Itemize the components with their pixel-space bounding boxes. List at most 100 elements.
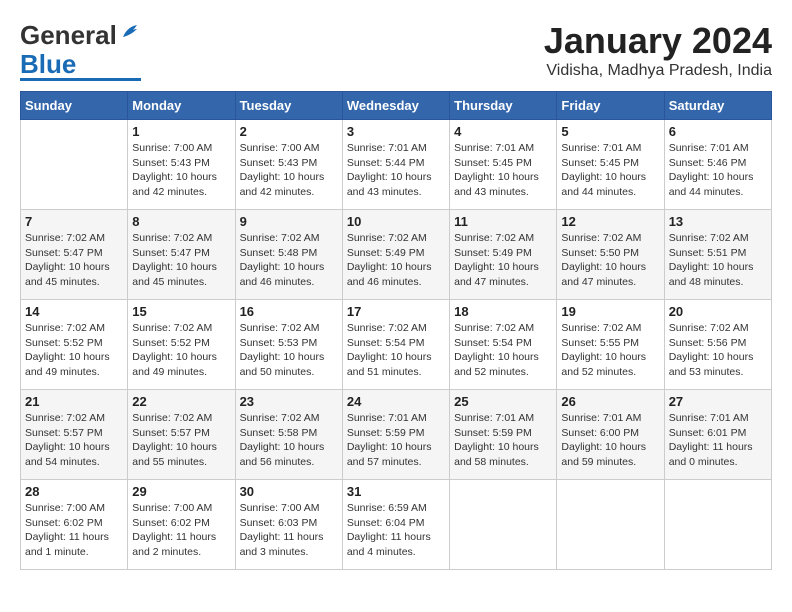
day-info: Sunrise: 7:01 AM Sunset: 5:46 PM Dayligh… bbox=[669, 141, 767, 200]
day-info: Sunrise: 7:01 AM Sunset: 6:00 PM Dayligh… bbox=[561, 411, 659, 470]
day-info: Sunrise: 7:01 AM Sunset: 5:59 PM Dayligh… bbox=[347, 411, 445, 470]
day-info: Sunrise: 7:02 AM Sunset: 5:57 PM Dayligh… bbox=[132, 411, 230, 470]
day-number: 5 bbox=[561, 124, 659, 139]
calendar-subtitle: Vidisha, Madhya Pradesh, India bbox=[544, 62, 772, 80]
calendar-cell: 27 Sunrise: 7:01 AM Sunset: 6:01 PM Dayli… bbox=[664, 390, 771, 480]
day-number: 11 bbox=[454, 214, 552, 229]
day-info: Sunrise: 7:02 AM Sunset: 5:54 PM Dayligh… bbox=[454, 321, 552, 380]
calendar-cell: 15Sunrise: 7:02 AM Sunset: 5:52 PM Dayli… bbox=[128, 300, 235, 390]
day-number: 21 bbox=[25, 394, 123, 409]
day-header-saturday: Saturday bbox=[664, 92, 771, 120]
calendar-cell: 18 Sunrise: 7:02 AM Sunset: 5:54 PM Dayli… bbox=[450, 300, 557, 390]
day-header-friday: Friday bbox=[557, 92, 664, 120]
day-info: Sunrise: 7:01 AM Sunset: 5:45 PM Dayligh… bbox=[454, 141, 552, 200]
day-info: Sunrise: 7:01 AM Sunset: 6:01 PM Dayligh… bbox=[669, 411, 767, 470]
day-number: 10 bbox=[347, 214, 445, 229]
day-info: Sunrise: 7:01 AM Sunset: 5:59 PM Dayligh… bbox=[454, 411, 552, 470]
day-number: 4 bbox=[454, 124, 552, 139]
day-info: Sunrise: 7:02 AM Sunset: 5:47 PM Dayligh… bbox=[25, 231, 123, 290]
title-block: January 2024 Vidisha, Madhya Pradesh, In… bbox=[544, 20, 772, 80]
calendar-cell: 14Sunrise: 7:02 AM Sunset: 5:52 PM Dayli… bbox=[21, 300, 128, 390]
week-row-4: 21 Sunrise: 7:02 AM Sunset: 5:57 PM Dayli… bbox=[21, 390, 772, 480]
day-number: 30 bbox=[240, 484, 338, 499]
calendar-cell: 24 Sunrise: 7:01 AM Sunset: 5:59 PM Dayli… bbox=[342, 390, 449, 480]
calendar-cell: 16Sunrise: 7:02 AM Sunset: 5:53 PM Dayli… bbox=[235, 300, 342, 390]
calendar-cell: 23 Sunrise: 7:02 AM Sunset: 5:58 PM Dayli… bbox=[235, 390, 342, 480]
day-number: 13 bbox=[669, 214, 767, 229]
day-number: 1 bbox=[132, 124, 230, 139]
calendar-cell: 11 Sunrise: 7:02 AM Sunset: 5:49 PM Dayli… bbox=[450, 210, 557, 300]
calendar-cell: 6 Sunrise: 7:01 AM Sunset: 5:46 PM Daylig… bbox=[664, 120, 771, 210]
day-number: 9 bbox=[240, 214, 338, 229]
day-number: 28 bbox=[25, 484, 123, 499]
calendar-cell: 22 Sunrise: 7:02 AM Sunset: 5:57 PM Dayli… bbox=[128, 390, 235, 480]
day-info: Sunrise: 7:02 AM Sunset: 5:47 PM Dayligh… bbox=[132, 231, 230, 290]
day-info: Sunrise: 7:02 AM Sunset: 5:58 PM Dayligh… bbox=[240, 411, 338, 470]
week-row-1: 1 Sunrise: 7:00 AM Sunset: 5:43 PM Daylig… bbox=[21, 120, 772, 210]
day-header-monday: Monday bbox=[128, 92, 235, 120]
calendar-cell: 28Sunrise: 7:00 AM Sunset: 6:02 PM Dayli… bbox=[21, 480, 128, 570]
calendar-cell: 26 Sunrise: 7:01 AM Sunset: 6:00 PM Dayli… bbox=[557, 390, 664, 480]
calendar-cell: 20 Sunrise: 7:02 AM Sunset: 5:56 PM Dayli… bbox=[664, 300, 771, 390]
calendar-cell bbox=[664, 480, 771, 570]
day-info: Sunrise: 7:02 AM Sunset: 5:50 PM Dayligh… bbox=[561, 231, 659, 290]
day-number: 12 bbox=[561, 214, 659, 229]
calendar-cell: 4 Sunrise: 7:01 AM Sunset: 5:45 PM Daylig… bbox=[450, 120, 557, 210]
day-info: Sunrise: 7:02 AM Sunset: 5:49 PM Dayligh… bbox=[454, 231, 552, 290]
day-number: 26 bbox=[561, 394, 659, 409]
day-number: 23 bbox=[240, 394, 338, 409]
day-info: Sunrise: 6:59 AM Sunset: 6:04 PM Dayligh… bbox=[347, 501, 445, 560]
day-number: 24 bbox=[347, 394, 445, 409]
calendar-cell: 25 Sunrise: 7:01 AM Sunset: 5:59 PM Dayli… bbox=[450, 390, 557, 480]
day-number: 27 bbox=[669, 394, 767, 409]
week-row-5: 28Sunrise: 7:00 AM Sunset: 6:02 PM Dayli… bbox=[21, 480, 772, 570]
day-number: 19 bbox=[561, 304, 659, 319]
logo-bird-icon bbox=[119, 21, 141, 43]
calendar-cell: 19 Sunrise: 7:02 AM Sunset: 5:55 PM Dayli… bbox=[557, 300, 664, 390]
day-header-wednesday: Wednesday bbox=[342, 92, 449, 120]
week-row-2: 7 Sunrise: 7:02 AM Sunset: 5:47 PM Daylig… bbox=[21, 210, 772, 300]
day-number: 3 bbox=[347, 124, 445, 139]
day-header-tuesday: Tuesday bbox=[235, 92, 342, 120]
day-number: 20 bbox=[669, 304, 767, 319]
day-header-sunday: Sunday bbox=[21, 92, 128, 120]
calendar-cell: 10Sunrise: 7:02 AM Sunset: 5:49 PM Dayli… bbox=[342, 210, 449, 300]
calendar-cell: 31 Sunrise: 6:59 AM Sunset: 6:04 PM Dayli… bbox=[342, 480, 449, 570]
day-number: 31 bbox=[347, 484, 445, 499]
day-number: 29 bbox=[132, 484, 230, 499]
day-number: 25 bbox=[454, 394, 552, 409]
day-number: 18 bbox=[454, 304, 552, 319]
calendar-cell: 3 Sunrise: 7:01 AM Sunset: 5:44 PM Daylig… bbox=[342, 120, 449, 210]
day-info: Sunrise: 7:00 AM Sunset: 5:43 PM Dayligh… bbox=[240, 141, 338, 200]
day-number: 15 bbox=[132, 304, 230, 319]
day-info: Sunrise: 7:02 AM Sunset: 5:55 PM Dayligh… bbox=[561, 321, 659, 380]
day-info: Sunrise: 7:00 AM Sunset: 6:03 PM Dayligh… bbox=[240, 501, 338, 560]
calendar-cell bbox=[450, 480, 557, 570]
calendar-cell: 13 Sunrise: 7:02 AM Sunset: 5:51 PM Dayli… bbox=[664, 210, 771, 300]
calendar-body: 1 Sunrise: 7:00 AM Sunset: 5:43 PM Daylig… bbox=[21, 120, 772, 570]
calendar-cell: 1 Sunrise: 7:00 AM Sunset: 5:43 PM Daylig… bbox=[128, 120, 235, 210]
day-number: 22 bbox=[132, 394, 230, 409]
calendar-cell: 12 Sunrise: 7:02 AM Sunset: 5:50 PM Dayli… bbox=[557, 210, 664, 300]
calendar-cell: 8Sunrise: 7:02 AM Sunset: 5:47 PM Daylig… bbox=[128, 210, 235, 300]
calendar-cell: 5 Sunrise: 7:01 AM Sunset: 5:45 PM Daylig… bbox=[557, 120, 664, 210]
day-header-thursday: Thursday bbox=[450, 92, 557, 120]
calendar-cell: 9Sunrise: 7:02 AM Sunset: 5:48 PM Daylig… bbox=[235, 210, 342, 300]
logo-general-text: General bbox=[20, 20, 117, 51]
day-number: 6 bbox=[669, 124, 767, 139]
logo-blue-text: Blue bbox=[20, 51, 76, 77]
header-row: SundayMondayTuesdayWednesdayThursdayFrid… bbox=[21, 92, 772, 120]
calendar-table: SundayMondayTuesdayWednesdayThursdayFrid… bbox=[20, 91, 772, 570]
calendar-cell bbox=[21, 120, 128, 210]
calendar-cell: 2Sunrise: 7:00 AM Sunset: 5:43 PM Daylig… bbox=[235, 120, 342, 210]
day-info: Sunrise: 7:02 AM Sunset: 5:51 PM Dayligh… bbox=[669, 231, 767, 290]
calendar-cell: 21Sunrise: 7:02 AM Sunset: 5:57 PM Dayli… bbox=[21, 390, 128, 480]
day-info: Sunrise: 7:01 AM Sunset: 5:45 PM Dayligh… bbox=[561, 141, 659, 200]
day-info: Sunrise: 7:02 AM Sunset: 5:54 PM Dayligh… bbox=[347, 321, 445, 380]
day-info: Sunrise: 7:00 AM Sunset: 5:43 PM Dayligh… bbox=[132, 141, 230, 200]
day-info: Sunrise: 7:01 AM Sunset: 5:44 PM Dayligh… bbox=[347, 141, 445, 200]
calendar-cell: 29Sunrise: 7:00 AM Sunset: 6:02 PM Dayli… bbox=[128, 480, 235, 570]
day-number: 14 bbox=[25, 304, 123, 319]
day-number: 7 bbox=[25, 214, 123, 229]
day-info: Sunrise: 7:02 AM Sunset: 5:56 PM Dayligh… bbox=[669, 321, 767, 380]
